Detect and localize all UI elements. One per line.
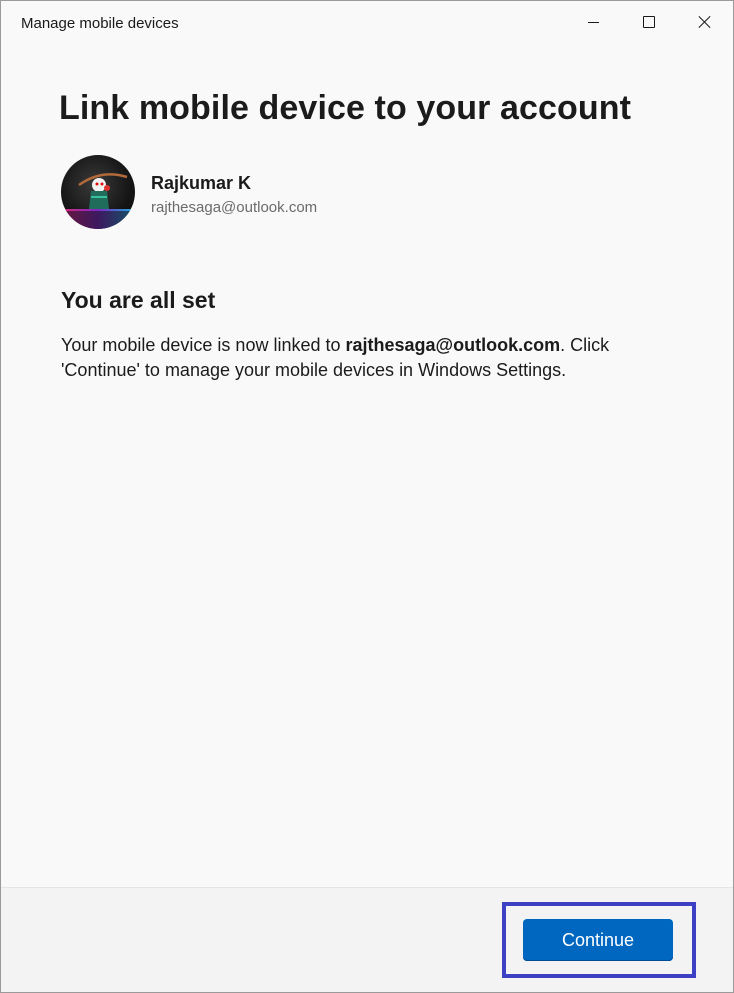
- account-name: Rajkumar K: [151, 173, 252, 193]
- title-bar[interactable]: Manage mobile devices: [1, 1, 733, 47]
- main-content: Link mobile device to your account Rajku…: [1, 47, 733, 888]
- avatar-picture-icon: [61, 173, 135, 229]
- status-heading: You are all set: [61, 287, 216, 313]
- close-button[interactable]: [677, 1, 733, 43]
- minimize-button[interactable]: [565, 1, 621, 43]
- dialog-window: Manage mobile devices Link mobile device…: [0, 0, 734, 993]
- close-icon: [698, 15, 712, 29]
- status-message-email: rajthesaga@outlook.com: [345, 335, 561, 355]
- account-card: Rajkumar K rajthesaga@outlook.com: [61, 155, 461, 231]
- window-title: Manage mobile devices: [21, 15, 179, 32]
- status-message-prefix: Your mobile device is now linked to: [61, 335, 346, 355]
- continue-button[interactable]: Continue: [523, 919, 673, 961]
- maximize-icon: [643, 16, 655, 28]
- dialog-footer: Continue: [1, 887, 733, 992]
- minimize-icon: [587, 21, 599, 23]
- status-message: Your mobile device is now linked to rajt…: [61, 333, 661, 383]
- page-title: Link mobile device to your account: [59, 89, 632, 127]
- avatar: [61, 155, 135, 229]
- maximize-button[interactable]: [621, 1, 677, 43]
- account-email: rajthesaga@outlook.com: [151, 199, 318, 216]
